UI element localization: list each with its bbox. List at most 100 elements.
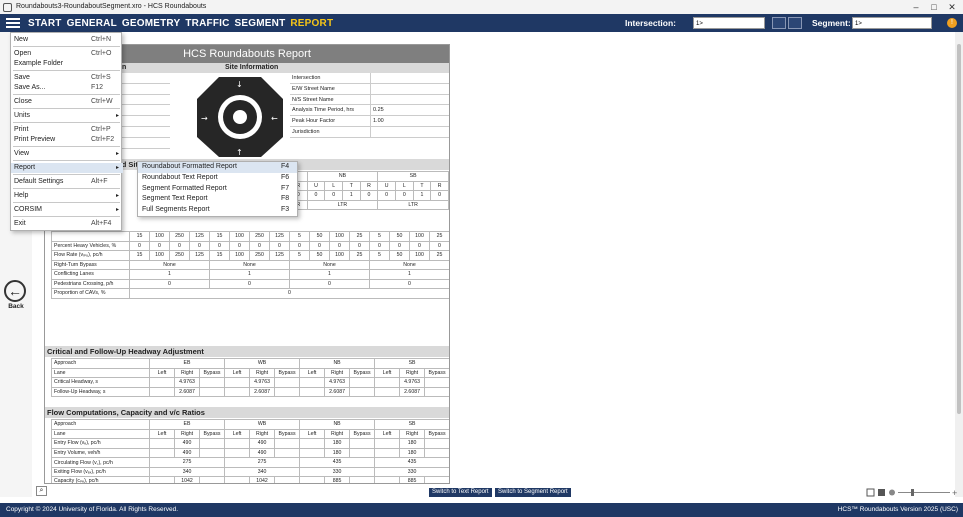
table-cell: 125 [189,250,210,261]
zoom-out-icon[interactable] [889,489,895,496]
status-footer: Copyright © 2024 University of Florida. … [0,503,963,517]
zoom-slider-thumb[interactable] [911,489,914,496]
tab-traffic[interactable]: TRAFFIC [185,18,229,29]
zoom-controls: + [866,488,958,498]
row-label: Pedestrians Crossing, p/h [51,278,130,289]
table-cell [349,377,376,388]
critical-headway-heading: Critical and Follow-Up Headway Adjustmen… [45,346,449,357]
approach-cell: WB [224,358,301,369]
menu-separator [13,160,120,161]
prev-arrow-icon[interactable] [772,17,786,29]
menu-item-help[interactable]: Help ▸ [11,191,123,201]
segment-select[interactable]: 1> [852,17,932,29]
intersection-select[interactable]: 1> [693,17,765,29]
menu-item-view[interactable]: View ▸ [11,149,123,159]
lane-cell: Bypass [424,367,449,378]
submenu-item-roundabout-formatted-report[interactable]: Roundabout Formatted Report F4 [138,162,297,173]
row-label: Lane [51,428,150,439]
submenu-item-roundabout-text-report[interactable]: Roundabout Text Report F6 [138,173,297,184]
approach-row: Approach EB WB NB SB [51,419,449,430]
submenu-item-full-segments-report[interactable]: Full Segments Report F3 [138,205,297,216]
menu-item-close[interactable]: Close Ctrl+W [11,97,123,107]
lane-row: Lane Left Right Bypass Left Right Bypass Left Ri… [51,428,449,439]
table-cell [198,377,226,388]
menu-item-shortcut: Ctrl+S [91,74,111,81]
table-row: Percent Heavy Vehicles, % 0 0 0 0 0 0 0 0 0 0 0 0 0 0 0… [51,240,449,251]
table-cell: 250 [249,231,270,242]
menu-item-print-preview[interactable]: Print Preview Ctrl+F2 [11,135,123,145]
menu-item-new[interactable]: New Ctrl+N [11,35,123,45]
switch-to-segment-report-button[interactable]: Switch to Segment Report [495,488,571,497]
switch-to-text-report-button[interactable]: Switch to Text Report [429,488,492,497]
table-cell: 1042 [249,476,276,483]
table-cell: 5 [289,231,310,242]
menu-item-print[interactable]: Print Ctrl+P [11,125,123,135]
table-cell: 4.9763 [249,377,276,388]
menu-separator [13,108,120,109]
table-cell: 0 [169,240,190,251]
table-cell [198,386,226,397]
menu-separator [13,202,120,203]
lane-cell: Right [174,367,200,378]
menu-item-shortcut: Ctrl+F2 [91,136,115,143]
close-button[interactable]: ✕ [941,0,963,14]
single-page-view-icon[interactable] [866,488,875,497]
table-cell: 25 [429,231,449,242]
table-cell: 250 [249,250,270,261]
tab-segment[interactable]: SEGMENT [235,18,286,29]
table-cell [224,386,251,397]
site-info-label: E/W Street Name [292,85,335,92]
menu-item-exit[interactable]: Exit Alt+F4 [11,219,123,229]
tab-geometry[interactable]: GEOMETRY [122,18,180,29]
menu-separator [13,216,120,217]
menu-item-save-as[interactable]: Save As... F12 [11,83,123,93]
alert-icon[interactable]: ! [947,18,957,28]
submenu-item-segment-formatted-report[interactable]: Segment Formatted Report F7 [138,184,297,195]
table-cell [349,447,376,458]
copyright-text: Copyright © 2024 University of Florida. … [6,506,179,513]
lane-cell: Left [374,367,401,378]
file-menu: New Ctrl+N Open Ctrl+O Example Folder Save Ctr… [10,32,123,231]
back-button[interactable]: ← Back [4,280,28,310]
row-label: Exiting Flow (vₑₓ), pc/h [51,466,150,477]
table-cell: 0 [129,240,150,251]
menu-item-report[interactable]: Report ▸ [11,163,123,173]
table-cell: None [209,259,290,270]
menu-item-units[interactable]: Units ▸ [11,111,123,121]
menu-item-save[interactable]: Save Ctrl+S [11,73,123,83]
row-label: Follow-Up Headway, s [51,386,150,397]
vertical-scrollbar[interactable] [955,32,963,497]
table-cell: 0 [129,288,449,299]
table-cell [274,377,301,388]
lane-cell: Bypass [349,367,376,378]
table-cell: 0 [389,240,410,251]
menu-item-corsim[interactable]: CORSIM ▸ [11,205,123,215]
row-label: Lane [51,367,150,378]
flow-table: Approach EB WB NB SB Lane Left Right Bypass Left R… [51,419,449,483]
table-cell: 100 [329,250,350,261]
table-cell: 340 [224,466,301,477]
search-icon[interactable]: ⌕ [36,486,47,496]
submenu-item-segment-text-report[interactable]: Segment Text Report F8 [138,194,297,205]
tab-report[interactable]: REPORT [290,18,333,29]
table-cell: 5 [289,250,310,261]
table-row: Capacity (cₚₑ), pc/h 1042 1042 885 885 [51,476,449,483]
menu-item-open[interactable]: Open Ctrl+O [11,49,123,59]
menu-item-example-folder[interactable]: Example Folder [11,59,123,69]
submenu-item-label: Segment Formatted Report [142,184,227,192]
table-cell: 15 [129,250,150,261]
hamburger-menu-icon[interactable] [6,16,20,30]
next-arrow-icon[interactable] [788,17,802,29]
table-row: 15 100 250 125 15 100 250 125 5 50 100 25 5 50 100 25 [51,231,449,242]
scrollbar-thumb[interactable] [957,44,961,414]
multi-page-view-icon[interactable] [878,489,885,496]
tab-general[interactable]: GENERAL [67,18,117,29]
menu-item-default-settings[interactable]: Default Settings Alt+F [11,177,123,187]
table-cell: 490 [174,438,200,449]
row-label: Right-Turn Bypass [51,259,130,270]
site-info-row: Analysis Time Period, hrs 0.25 [290,105,449,117]
site-info-row: Peak Hour Factor 1.00 [290,116,449,127]
segment-label: Segment: [812,18,851,28]
zoom-in-icon[interactable]: + [952,488,957,498]
tab-start[interactable]: START [28,18,62,29]
